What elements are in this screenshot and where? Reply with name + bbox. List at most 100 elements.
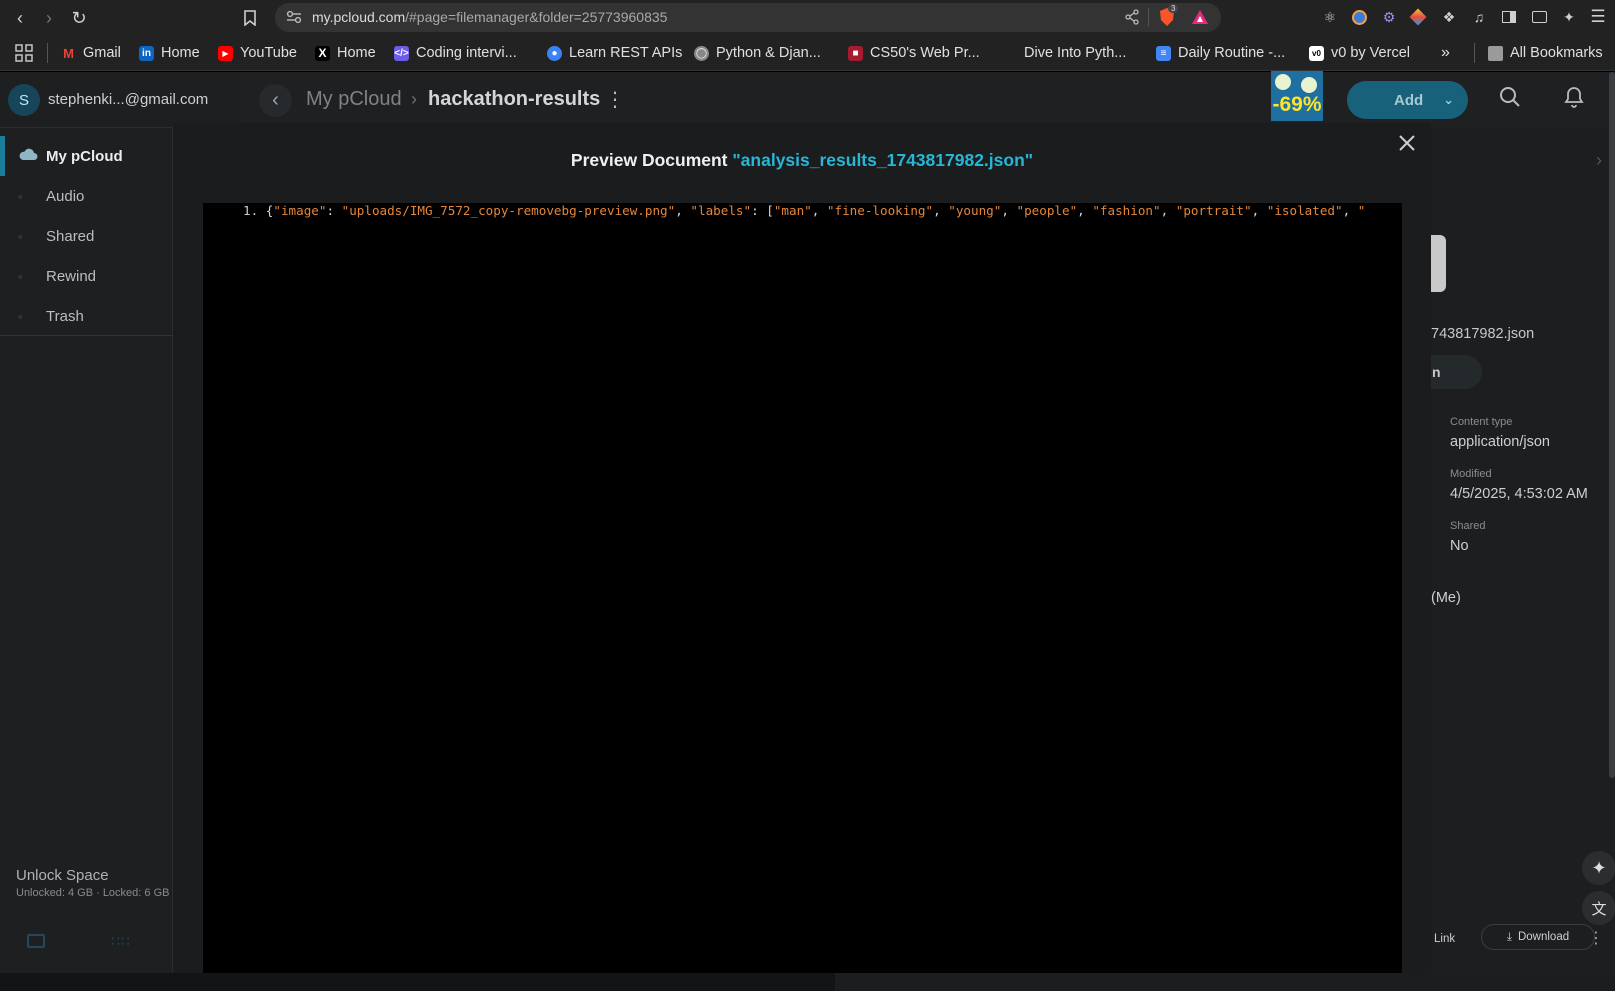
url-text[interactable]: my.pcloud.com/#page=filemanager&folder=2… bbox=[312, 9, 667, 25]
modified-value: 4/5/2025, 4:53:02 AM bbox=[1450, 486, 1588, 502]
gmail-icon: M bbox=[63, 45, 74, 61]
folder-menu-icon[interactable]: ⋮ bbox=[605, 87, 625, 112]
folder-icon bbox=[1488, 45, 1503, 61]
bookmark-v0-vercel[interactable]: v0 v0 by Vercel bbox=[1309, 43, 1410, 63]
translate-icon[interactable]: 文 bbox=[1582, 891, 1615, 925]
modal-file-name: "analysis_results_1743817982.json" bbox=[732, 150, 1034, 170]
search-icon[interactable] bbox=[1499, 86, 1525, 112]
close-icon[interactable] bbox=[1396, 132, 1422, 158]
react-devtools-icon[interactable]: ⚛ bbox=[1321, 8, 1339, 26]
site-settings-icon[interactable] bbox=[286, 10, 302, 24]
bookmark-learn-rest-apis[interactable]: ● Learn REST APIs bbox=[547, 43, 682, 63]
sidebar-item-label: My pCloud bbox=[46, 147, 123, 165]
brave-rewards-icon[interactable] bbox=[1191, 9, 1209, 25]
flower-decoration bbox=[1301, 77, 1317, 93]
sidebar-item-my-pcloud[interactable]: My pCloud bbox=[0, 136, 173, 176]
globe-icon: ◯ bbox=[694, 45, 709, 61]
extensions-puzzle-icon[interactable]: ❖ bbox=[1440, 8, 1458, 26]
unlock-space-title[interactable]: Unlock Space bbox=[16, 867, 109, 884]
docs-icon: ≡ bbox=[1156, 45, 1171, 61]
code-preview[interactable] bbox=[203, 203, 1402, 973]
sidebar-item-label: Shared bbox=[46, 227, 95, 245]
bookmark-icon[interactable] bbox=[237, 5, 263, 31]
modal-title: Preview Document "analysis_results_17438… bbox=[173, 150, 1431, 171]
bookmark-gmail[interactable]: M Gmail bbox=[61, 43, 121, 63]
back-button[interactable]: ‹ bbox=[259, 84, 292, 117]
panel-open-button[interactable]: n bbox=[1430, 355, 1482, 389]
sidebar-item-shared[interactable]: ◦ Shared bbox=[0, 216, 173, 256]
more-bookmarks-chevron-icon[interactable]: » bbox=[1441, 43, 1450, 63]
code-value: "isolated" bbox=[1266, 203, 1343, 218]
code-value: "people" bbox=[1016, 203, 1078, 218]
download-button[interactable]: ⤓ Download bbox=[1481, 924, 1595, 950]
leo-ai-icon[interactable]: ✦ bbox=[1560, 8, 1578, 26]
divider bbox=[1148, 8, 1149, 26]
v0-icon: v0 bbox=[1309, 45, 1324, 61]
promo-badge[interactable]: -69% bbox=[1271, 71, 1323, 121]
grid-apps-icon[interactable]: ∷∷ bbox=[111, 933, 131, 950]
linkedin-icon: in bbox=[139, 45, 154, 61]
rest-icon: ● bbox=[547, 45, 562, 61]
cloud-icon bbox=[18, 148, 38, 164]
add-button-label: Add bbox=[1394, 91, 1424, 109]
page-footer-strip bbox=[0, 973, 835, 991]
avatar[interactable]: S bbox=[8, 84, 40, 116]
apps-grid-icon[interactable] bbox=[15, 44, 33, 62]
shared-label: Shared bbox=[1450, 520, 1486, 532]
more-options-icon[interactable]: ⋮ bbox=[1588, 928, 1604, 948]
wallet-icon[interactable] bbox=[1530, 8, 1548, 26]
code-value: "man" bbox=[773, 203, 812, 218]
bookmark-daily-routine[interactable]: ≡ Daily Routine -... bbox=[1156, 43, 1285, 63]
extension-circle-icon[interactable] bbox=[1350, 8, 1368, 26]
back-arrow-icon[interactable]: ‹ bbox=[7, 5, 33, 31]
sidebar-item-audio[interactable]: ◦ Audio bbox=[0, 176, 173, 216]
sidebar-item-trash[interactable]: ◦ Trash bbox=[0, 296, 173, 336]
bookmark-dive-into-python[interactable]: Dive Into Pyth... bbox=[1024, 43, 1126, 63]
content-type-value: application/json bbox=[1450, 434, 1550, 450]
shared-value: No bbox=[1450, 538, 1469, 554]
media-music-icon[interactable]: ♫ bbox=[1470, 8, 1488, 26]
bookmark-linkedin-home[interactable]: in Home bbox=[139, 43, 200, 63]
desktop-app-icon[interactable] bbox=[27, 934, 45, 948]
all-bookmarks-folder[interactable]: All Bookmarks bbox=[1488, 43, 1603, 63]
download-button-label: Download bbox=[1517, 931, 1570, 943]
flower-decoration bbox=[1275, 74, 1291, 90]
rewind-icon: ◦ bbox=[18, 268, 23, 284]
shared-icon: ◦ bbox=[18, 228, 23, 244]
bookmark-youtube[interactable]: ▶ YouTube bbox=[218, 43, 297, 63]
sidebar-item-rewind[interactable]: ◦ Rewind bbox=[0, 256, 173, 296]
account-email[interactable]: stephenki...@gmail.com bbox=[48, 91, 208, 108]
bookmark-coding-interview[interactable]: </> Coding intervi... bbox=[394, 43, 517, 63]
code-value: " bbox=[1357, 203, 1366, 218]
panel-collapse-chevron-icon[interactable]: › bbox=[1596, 150, 1602, 171]
add-button[interactable]: Add ⌄ bbox=[1347, 81, 1468, 119]
extension-diamond-icon[interactable] bbox=[1409, 8, 1427, 26]
sidebar-item-label: Rewind bbox=[46, 267, 97, 285]
divider bbox=[1474, 43, 1475, 63]
extension-gear-icon[interactable]: ⚙ bbox=[1380, 8, 1398, 26]
browser-menu-icon[interactable]: ☰ bbox=[1589, 7, 1607, 26]
link-button[interactable]: Link bbox=[1431, 926, 1455, 952]
bookmark-cs50-web[interactable]: ■ CS50's Web Pr... bbox=[848, 43, 980, 63]
content-type-label: Content type bbox=[1450, 416, 1513, 428]
link-button-label: Link bbox=[1434, 933, 1456, 945]
ai-sparkle-icon[interactable]: ✦ bbox=[1582, 851, 1615, 885]
promo-discount: -69% bbox=[1272, 93, 1322, 116]
scrollbar[interactable] bbox=[1609, 72, 1615, 778]
share-icon[interactable] bbox=[1124, 9, 1140, 25]
bookmark-x-home[interactable]: X Home bbox=[315, 43, 376, 63]
code-key: "labels" bbox=[690, 203, 752, 218]
breadcrumb-root[interactable]: My pCloud bbox=[306, 88, 402, 111]
sidebar-item-label: Audio bbox=[46, 187, 85, 205]
sidebar-toggle-icon[interactable] bbox=[1500, 8, 1518, 26]
bookmark-python-django[interactable]: ◯ Python & Djan... bbox=[694, 43, 821, 63]
divider bbox=[47, 43, 48, 63]
reload-icon[interactable]: ↻ bbox=[66, 5, 92, 31]
forward-arrow-icon[interactable]: › bbox=[36, 5, 62, 31]
youtube-icon: ▶ bbox=[218, 45, 233, 61]
code-line: 1. {"image": "uploads/IMG_7572_copy-remo… bbox=[243, 203, 1366, 218]
bell-icon[interactable] bbox=[1564, 86, 1588, 112]
breadcrumb-separator-icon: › bbox=[411, 89, 417, 109]
file-preview-icon bbox=[1430, 235, 1446, 292]
modal-title-prefix: Preview Document bbox=[570, 150, 728, 170]
